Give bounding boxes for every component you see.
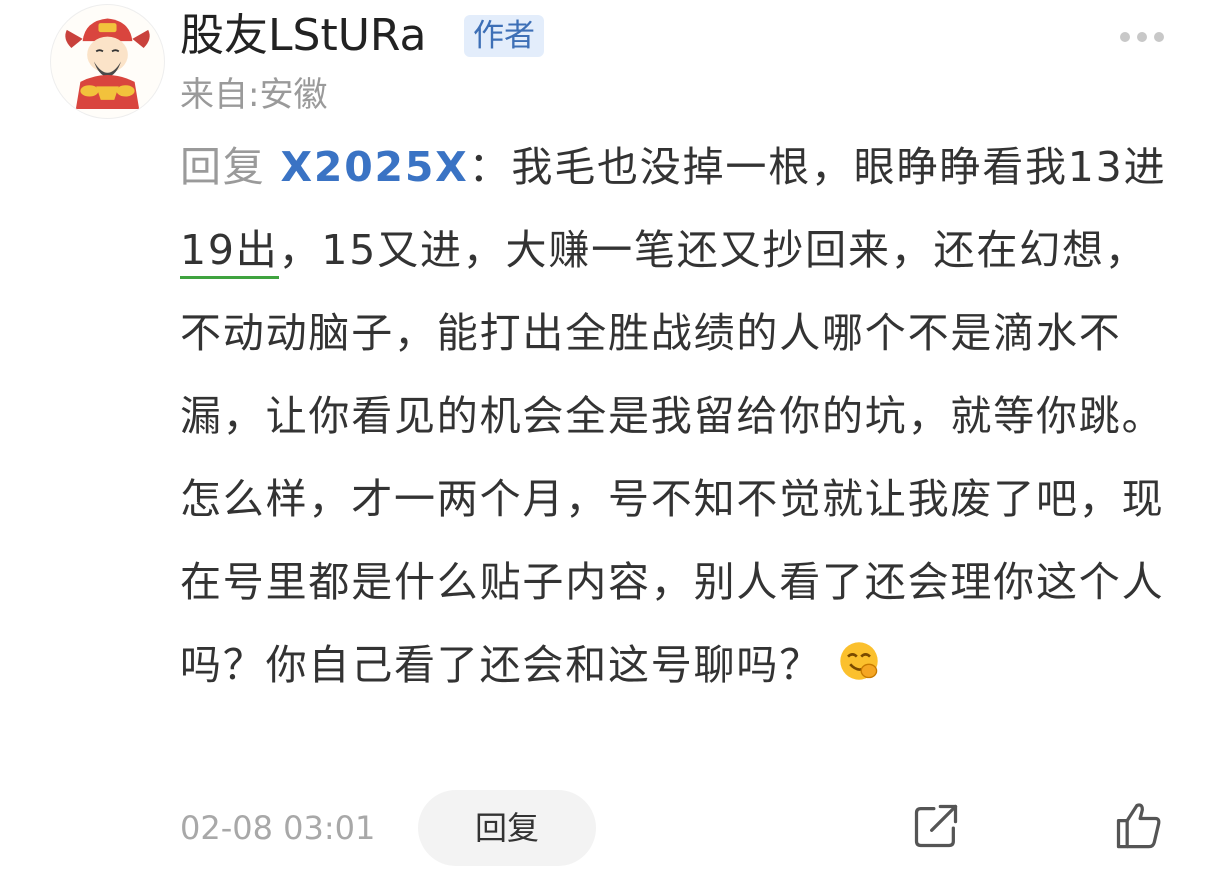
underlined-text: 19出 [180,226,279,279]
smirk-emoji-icon [837,639,881,683]
author-badge: 作者 [464,15,544,57]
more-dots-icon[interactable] [1120,30,1172,44]
more-dot [1137,32,1147,42]
timestamp: 02-08 03:01 [180,809,376,847]
mention-link[interactable]: X2025X [280,143,468,191]
thumbs-up-icon[interactable] [1112,798,1164,852]
username[interactable]: 股友LStURa [180,8,426,64]
more-dot [1154,32,1164,42]
god-of-wealth-avatar [65,18,150,109]
share-icon[interactable] [910,800,962,852]
more-dot [1120,32,1130,42]
reply-prefix: 回复 [180,143,266,191]
comment-text-part1: ：我毛也没掉一根，眼睁睁看我13进 [468,143,1167,191]
comment-text-part2: ，15又进，大赚一笔还又抄回来，还在幻想，不动动脑子，能打出全胜战绩的人哪个不是… [180,226,1165,689]
location-text: 来自:安徽 [180,75,328,115]
reply-button[interactable]: 回复 [418,790,596,866]
user-avatar[interactable] [50,4,165,119]
comment-body: 回复 X2025X：我毛也没掉一根，眼睁睁看我13进 19出，15又进，大赚一笔还… [180,126,1180,707]
